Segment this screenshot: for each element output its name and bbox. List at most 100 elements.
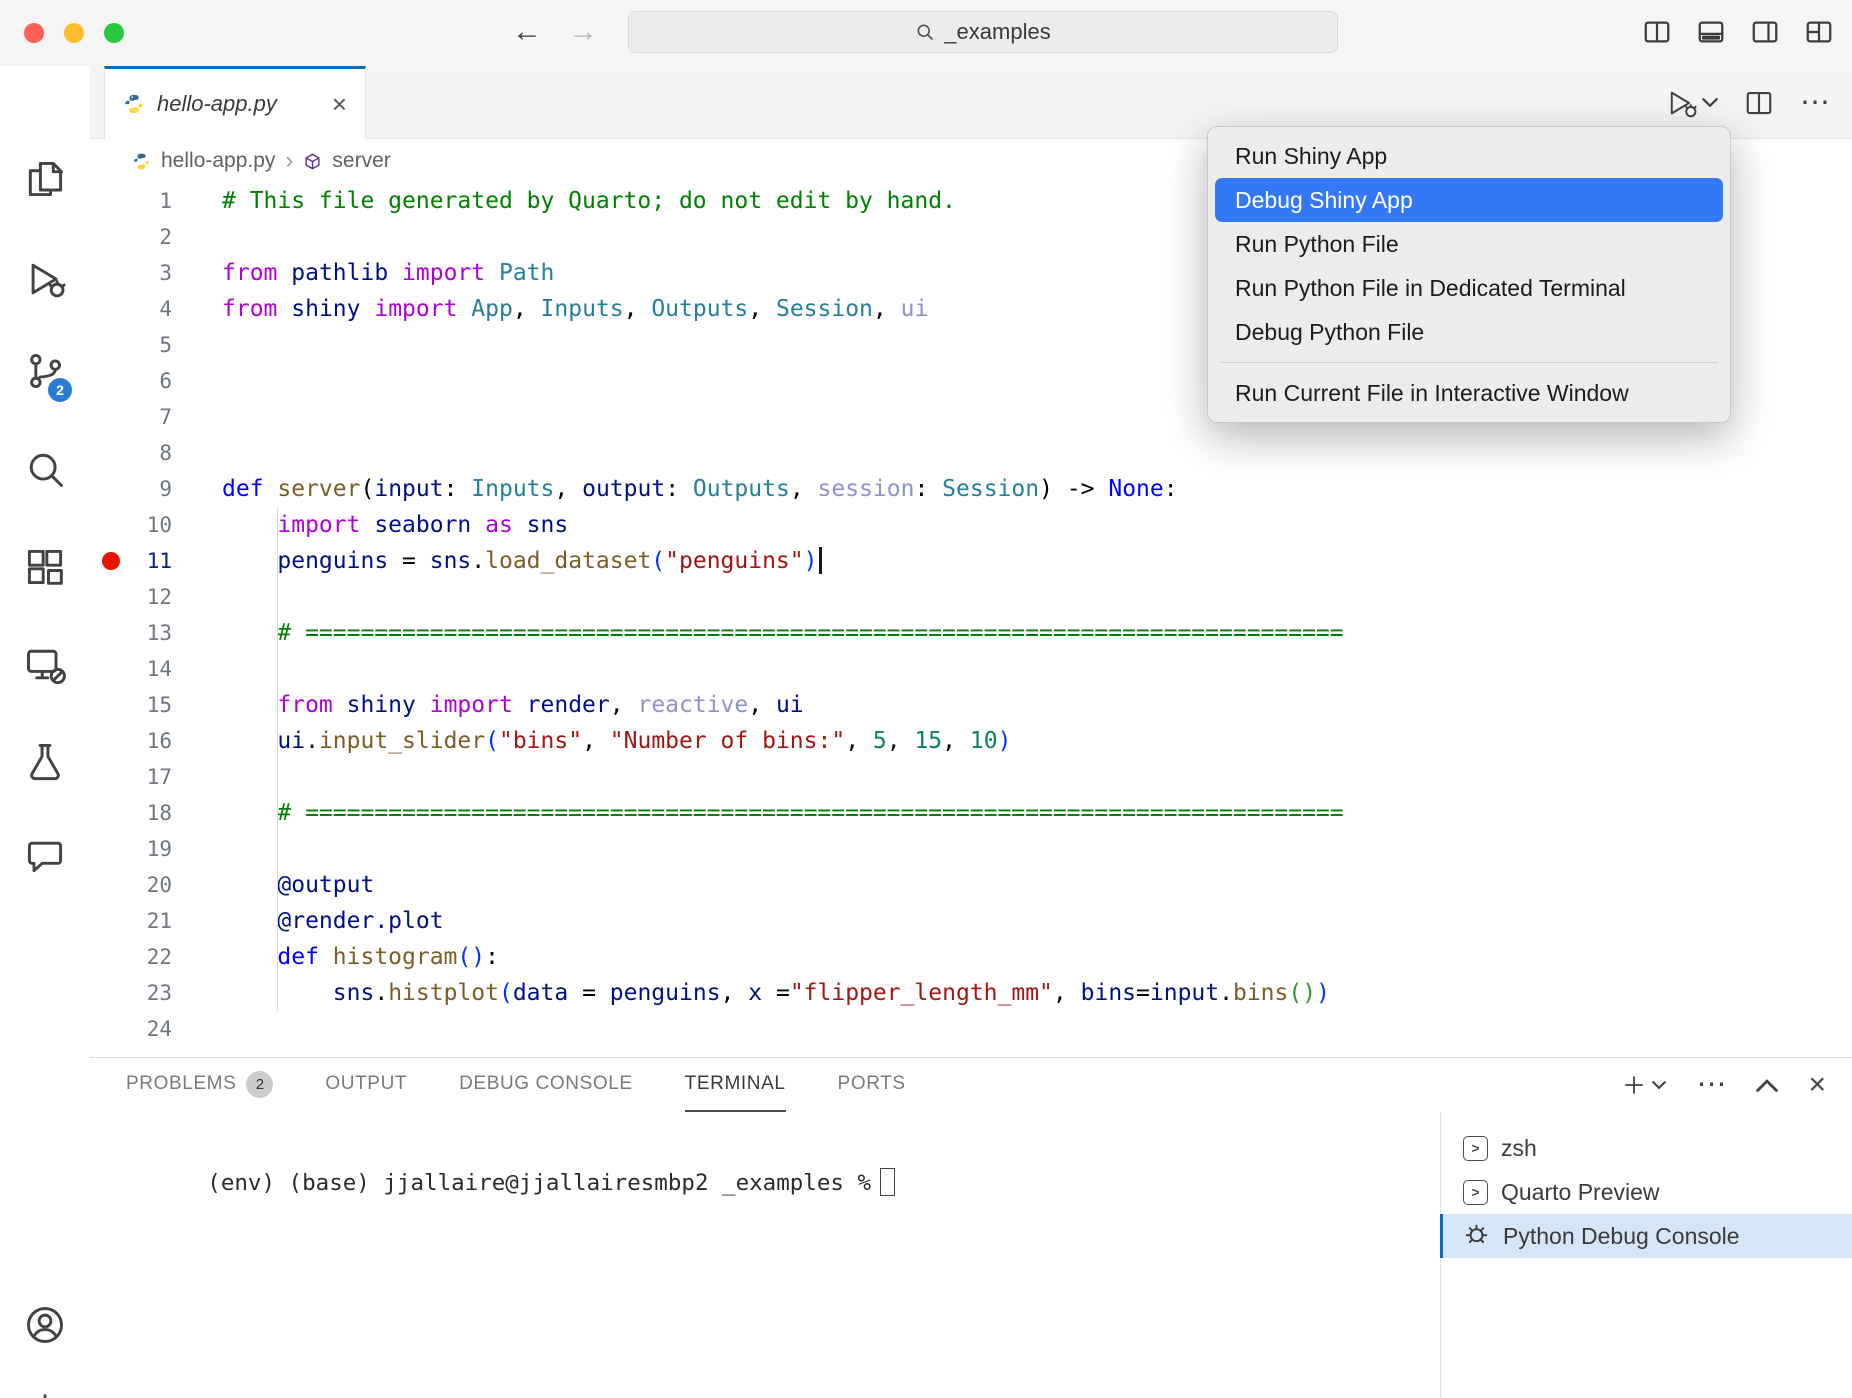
code-line[interactable]: 15 from shiny import render, reactive, u… bbox=[90, 687, 1852, 723]
line-number[interactable]: 9 bbox=[90, 471, 222, 507]
code-token: session bbox=[818, 476, 915, 502]
line-number[interactable]: 7 bbox=[90, 399, 222, 435]
menu-item-run-python-file-in-dedicated-terminal[interactable]: Run Python File in Dedicated Terminal bbox=[1215, 266, 1723, 310]
terminal-session-quarto-preview[interactable]: >Quarto Preview bbox=[1441, 1170, 1852, 1214]
accounts-icon[interactable] bbox=[0, 1297, 90, 1353]
code-line[interactable]: 17 bbox=[90, 759, 1852, 795]
line-number[interactable]: 19 bbox=[90, 831, 222, 867]
run-python-file-button[interactable] bbox=[1664, 88, 1718, 118]
line-number[interactable]: 11 bbox=[90, 543, 222, 579]
panel-more-actions-icon[interactable]: ⋯ bbox=[1696, 1070, 1726, 1100]
breakpoint-dot[interactable] bbox=[102, 552, 120, 570]
terminal-session-python-debug-console[interactable]: Python Debug Console bbox=[1441, 1214, 1852, 1258]
code-token: sns bbox=[527, 512, 569, 538]
code-line[interactable]: 12 bbox=[90, 579, 1852, 615]
editor-more-actions-icon[interactable]: ⋯ bbox=[1800, 88, 1830, 118]
line-number[interactable]: 16 bbox=[90, 723, 222, 759]
command-center-search[interactable]: _examples bbox=[628, 11, 1338, 53]
run-dropdown-chevron-icon[interactable] bbox=[1702, 97, 1718, 108]
line-number[interactable]: 15 bbox=[90, 687, 222, 723]
maximize-panel-icon[interactable] bbox=[1756, 1077, 1778, 1093]
toggle-sidebar-icon[interactable] bbox=[1642, 17, 1672, 47]
tab-close-icon[interactable]: × bbox=[332, 91, 347, 117]
extensions-icon[interactable] bbox=[0, 539, 90, 595]
comments-icon[interactable] bbox=[0, 828, 90, 884]
code-line[interactable]: 18 # ===================================… bbox=[90, 795, 1852, 831]
panel-tab-problems[interactable]: PROBLEMS2 bbox=[126, 1058, 273, 1112]
code-line[interactable]: 13 # ===================================… bbox=[90, 615, 1852, 651]
menu-item-run-shiny-app[interactable]: Run Shiny App bbox=[1215, 134, 1723, 178]
toggle-secondary-sidebar-icon[interactable] bbox=[1750, 17, 1780, 47]
remote-explorer-icon[interactable] bbox=[0, 637, 90, 693]
breadcrumb-file[interactable]: hello-app.py bbox=[161, 149, 275, 173]
line-number[interactable]: 14 bbox=[90, 651, 222, 687]
search-sidebar-icon[interactable] bbox=[0, 441, 90, 497]
code-line[interactable]: 16 ui.input_slider("bins", "Number of bi… bbox=[90, 723, 1852, 759]
terminal-session-zsh[interactable]: >zsh bbox=[1441, 1126, 1852, 1170]
terminal-output[interactable]: (env) (base) jjallaire@jjallairesmbp2 _e… bbox=[126, 1142, 895, 1222]
code-token: from bbox=[222, 260, 291, 286]
tab-hello-app[interactable]: hello-app.py × bbox=[104, 66, 366, 139]
navigate-forward-button[interactable]: → bbox=[568, 12, 598, 52]
panel-tab-ports[interactable]: PORTS bbox=[838, 1058, 906, 1112]
settings-gear-icon[interactable] bbox=[0, 1385, 90, 1398]
menu-item-debug-shiny-app[interactable]: Debug Shiny App bbox=[1215, 178, 1723, 222]
menu-item-debug-python-file[interactable]: Debug Python File bbox=[1215, 310, 1723, 354]
toggle-panel-icon[interactable] bbox=[1696, 17, 1726, 47]
menu-item-run-current-file-in-interactive-window[interactable]: Run Current File in Interactive Window bbox=[1215, 371, 1723, 415]
customize-layout-icon[interactable] bbox=[1804, 17, 1834, 47]
panel-tab-output[interactable]: OUTPUT bbox=[325, 1058, 407, 1112]
code-line[interactable]: 9def server(input: Inputs, output: Outpu… bbox=[90, 471, 1852, 507]
menu-item-run-python-file[interactable]: Run Python File bbox=[1215, 222, 1723, 266]
line-number[interactable]: 21 bbox=[90, 903, 222, 939]
code-line[interactable]: 22 def histogram(): bbox=[90, 939, 1852, 975]
code-token: Path bbox=[499, 260, 554, 286]
line-number[interactable]: 4 bbox=[90, 291, 222, 327]
close-panel-icon[interactable]: × bbox=[1808, 1070, 1826, 1100]
code-token: , bbox=[513, 296, 541, 322]
line-number[interactable]: 6 bbox=[90, 363, 222, 399]
line-number[interactable]: 18 bbox=[90, 795, 222, 831]
source-control-icon[interactable] bbox=[0, 343, 90, 399]
code-line[interactable]: 8 bbox=[90, 435, 1852, 471]
code-token: . bbox=[1219, 980, 1233, 1006]
code-line[interactable]: 19 bbox=[90, 831, 1852, 867]
line-number[interactable]: 2 bbox=[90, 219, 222, 255]
code-line[interactable]: 20 @output bbox=[90, 867, 1852, 903]
new-terminal-chevron-icon[interactable] bbox=[1652, 1080, 1666, 1090]
explorer-icon[interactable] bbox=[0, 151, 90, 207]
breadcrumb-symbol[interactable]: server bbox=[332, 149, 390, 173]
code-line[interactable]: 14 bbox=[90, 651, 1852, 687]
code-line[interactable]: 23 sns.histplot(data = penguins, x ="fli… bbox=[90, 975, 1852, 1011]
line-number[interactable]: 20 bbox=[90, 867, 222, 903]
code-token: output bbox=[582, 476, 665, 502]
line-number[interactable]: 17 bbox=[90, 759, 222, 795]
testing-icon[interactable] bbox=[0, 733, 90, 789]
code-line[interactable]: 10 import seaborn as sns bbox=[90, 507, 1852, 543]
code-line[interactable]: 11 penguins = sns.load_dataset("penguins… bbox=[90, 543, 1852, 579]
code-line[interactable]: 24 bbox=[90, 1011, 1852, 1047]
line-number[interactable]: 5 bbox=[90, 327, 222, 363]
line-number[interactable]: 3 bbox=[90, 255, 222, 291]
line-number[interactable]: 22 bbox=[90, 939, 222, 975]
plus-icon bbox=[1622, 1073, 1646, 1097]
code-text: ui.input_slider("bins", "Number of bins:… bbox=[222, 723, 1011, 759]
line-number[interactable]: 13 bbox=[90, 615, 222, 651]
line-number[interactable]: 23 bbox=[90, 975, 222, 1011]
run-and-debug-icon[interactable] bbox=[0, 251, 90, 307]
zoom-window-button[interactable] bbox=[104, 23, 124, 43]
minimize-window-button[interactable] bbox=[64, 23, 84, 43]
code-line[interactable]: 21 @render.plot bbox=[90, 903, 1852, 939]
line-number[interactable]: 10 bbox=[90, 507, 222, 543]
panel-tab-terminal[interactable]: TERMINAL bbox=[685, 1058, 786, 1112]
split-editor-icon[interactable] bbox=[1744, 88, 1774, 118]
line-number[interactable]: 24 bbox=[90, 1011, 222, 1047]
new-terminal-button[interactable] bbox=[1622, 1073, 1666, 1097]
navigate-back-button[interactable]: ← bbox=[512, 12, 542, 52]
close-window-button[interactable] bbox=[24, 23, 44, 43]
line-number[interactable]: 12 bbox=[90, 579, 222, 615]
panel-tab-debug-console[interactable]: DEBUG CONSOLE bbox=[459, 1058, 633, 1112]
line-number[interactable]: 8 bbox=[90, 435, 222, 471]
symbol-method-icon bbox=[303, 152, 322, 171]
line-number[interactable]: 1 bbox=[90, 183, 222, 219]
